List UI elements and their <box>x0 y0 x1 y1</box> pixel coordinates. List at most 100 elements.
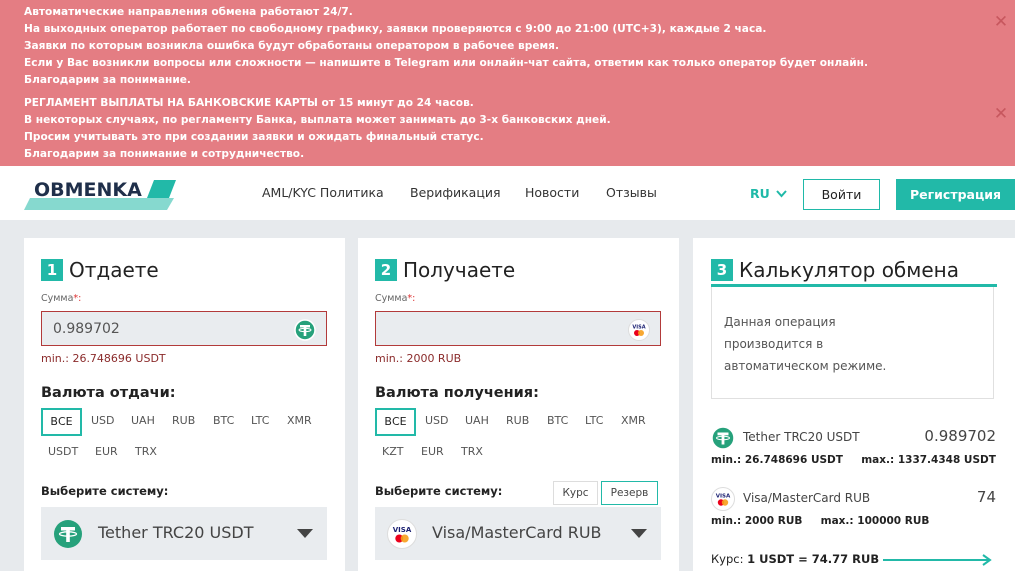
calc-get-amount: 74 <box>976 488 996 506</box>
login-button[interactable]: Войти <box>803 179 880 210</box>
receive-panel: 2 Получаете Сумма*: VISA min.: 2000 RUB … <box>358 238 679 571</box>
chip-btc[interactable]: BTC <box>547 414 568 427</box>
chip-xmr[interactable]: XMR <box>621 414 646 427</box>
tab-rate[interactable]: Курс <box>553 481 598 505</box>
calculator-panel: 3 Калькулятор обмена Данная операция про… <box>693 238 1015 571</box>
alert-message-payout: РЕГЛАМЕНТ ВЫПЛАТЫ НА БАНКОВСКИЕ КАРТЫ от… <box>24 95 611 163</box>
tether-icon <box>711 426 735 450</box>
give-title-text: Отдаете <box>69 258 159 282</box>
rate-prefix: Курс: <box>711 552 744 566</box>
chip-rub[interactable]: RUB <box>172 414 195 427</box>
chip-usd[interactable]: USD <box>425 414 449 427</box>
calculator-title-text: Калькулятор обмена <box>739 258 959 282</box>
alert-message-schedule: Автоматические направления обмена работа… <box>24 4 868 89</box>
receive-system-label: Выберите систему: <box>375 484 503 498</box>
chip-trx[interactable]: TRX <box>135 445 157 458</box>
chip-all[interactable]: ВСЕ <box>41 408 82 436</box>
required-mark: *: <box>73 293 82 304</box>
give-system-label: Выберите систему: <box>41 484 169 498</box>
receive-amount-input[interactable]: VISA <box>375 311 661 346</box>
chip-btc[interactable]: BTC <box>213 414 234 427</box>
receive-title: 2 Получаете <box>375 258 515 282</box>
receive-system-select[interactable]: VISA Visa/MasterCard RUB <box>375 507 661 560</box>
sum-label-text: Сумма <box>375 293 408 304</box>
give-currency-heading: Валюта отдачи: <box>41 385 176 401</box>
visa-mastercard-icon: VISA <box>387 519 417 549</box>
give-system-select[interactable]: Tether TRC20 USDT <box>41 507 327 560</box>
nav-verification[interactable]: Верификация <box>410 185 501 200</box>
give-min-amount: min.: 26.748696 USDT <box>41 352 166 365</box>
note-text: Данная операция производится в автоматич… <box>724 315 887 373</box>
receive-system-value: Visa/MasterCard RUB <box>432 523 602 542</box>
alert-line: Автоматические направления обмена работа… <box>24 6 353 18</box>
step-number: 1 <box>41 259 63 281</box>
chip-uah[interactable]: UAH <box>465 414 489 427</box>
required-mark: *: <box>407 293 416 304</box>
chip-all[interactable]: ВСЕ <box>375 408 416 436</box>
calc-get-limits: min.: 2000 RUB max.: 100000 RUB <box>711 515 930 527</box>
step-number: 3 <box>711 259 733 281</box>
give-panel: 1 Отдаете Сумма*: 0.989702 min.: 26.7486… <box>24 238 345 571</box>
arrow-right-icon <box>883 554 992 566</box>
tab-reserve[interactable]: Резерв <box>601 481 658 505</box>
give-amount-input[interactable]: 0.989702 <box>41 311 327 346</box>
receive-currency-heading: Валюта получения: <box>375 385 539 401</box>
step-number: 2 <box>375 259 397 281</box>
exchange-rate: Курс: 1 USDT = 74.77 RUB <box>711 552 879 566</box>
calc-get-name: Visa/MasterCard RUB <box>743 491 871 505</box>
alert-line: РЕГЛАМЕНТ ВЫПЛАТЫ НА БАНКОВСКИЕ КАРТЫ от… <box>24 97 474 109</box>
visa-mastercard-icon: VISA <box>711 487 735 511</box>
alert-line: Благодарим за понимание и сотрудничество… <box>24 148 305 160</box>
calculator-title: 3 Калькулятор обмена <box>711 258 959 282</box>
visa-text: VISA <box>632 325 645 331</box>
receive-amount-label: Сумма*: <box>375 293 415 304</box>
chip-usdt[interactable]: USDT <box>48 445 78 458</box>
calc-give-name: Tether TRC20 USDT <box>743 430 860 444</box>
give-amount-label: Сумма*: <box>41 293 81 304</box>
close-icon[interactable]: ✕ <box>993 14 1009 31</box>
chip-ltc[interactable]: LTC <box>585 414 603 427</box>
language-label: RU <box>750 186 770 201</box>
close-icon[interactable]: ✕ <box>993 106 1009 123</box>
automatic-mode-note: Данная операция производится в автоматич… <box>711 287 994 399</box>
chip-usd[interactable]: USD <box>91 414 115 427</box>
chip-uah[interactable]: UAH <box>131 414 155 427</box>
chip-xmr[interactable]: XMR <box>287 414 312 427</box>
tether-icon <box>54 520 82 548</box>
alert-line: Просим учитывать это при создании заявки… <box>24 131 484 143</box>
sum-label-text: Сумма <box>41 293 74 304</box>
alert-line: В некоторых случаях, по регламенту Банка… <box>24 114 611 126</box>
visa-mastercard-icon: VISA <box>628 319 650 341</box>
give-title: 1 Отдаете <box>41 258 159 282</box>
chip-rub[interactable]: RUB <box>506 414 529 427</box>
register-button[interactable]: Регистрация <box>896 179 1015 210</box>
alert-line: Благодарим за понимание. <box>24 74 191 86</box>
give-amount-value: 0.989702 <box>53 321 120 337</box>
nav-aml-kyc[interactable]: AML/KYC Политика <box>262 185 384 200</box>
tether-icon <box>294 319 316 341</box>
chip-trx[interactable]: TRX <box>461 445 483 458</box>
alert-line: Заявки по которым возникла ошибка будут … <box>24 40 559 52</box>
receive-min-amount: min.: 2000 RUB <box>375 352 462 365</box>
site-header: OBMENKA AML/KYC Политика Верификация Нов… <box>0 166 1015 220</box>
alert-banner: Автоматические направления обмена работа… <box>0 0 1015 166</box>
receive-title-text: Получаете <box>403 258 516 282</box>
chip-ltc[interactable]: LTC <box>251 414 269 427</box>
give-system-value: Tether TRC20 USDT <box>98 523 254 542</box>
obmenka-logo[interactable]: OBMENKA <box>24 174 180 210</box>
calc-give-amount: 0.989702 <box>924 427 996 445</box>
rate-value: 1 USDT = 74.77 RUB <box>747 552 880 566</box>
language-selector[interactable]: RU <box>750 186 787 201</box>
logo-text: OBMENKA <box>34 179 142 201</box>
dropdown-arrow-icon <box>297 529 313 538</box>
calc-give-limits: min.: 26.748696 USDT max.: 1337.4348 USD… <box>711 454 996 466</box>
visa-text: VISA <box>716 494 731 500</box>
dropdown-arrow-icon <box>631 529 647 538</box>
nav-reviews[interactable]: Отзывы <box>606 185 657 200</box>
chip-kzt[interactable]: KZT <box>382 445 403 458</box>
chip-eur[interactable]: EUR <box>95 445 118 458</box>
chip-eur[interactable]: EUR <box>421 445 444 458</box>
nav-news[interactable]: Новости <box>525 185 579 200</box>
alert-line: Если у Вас возникли вопросы или сложност… <box>24 57 869 69</box>
alert-line: На выходных оператор работает по свободн… <box>24 23 767 35</box>
